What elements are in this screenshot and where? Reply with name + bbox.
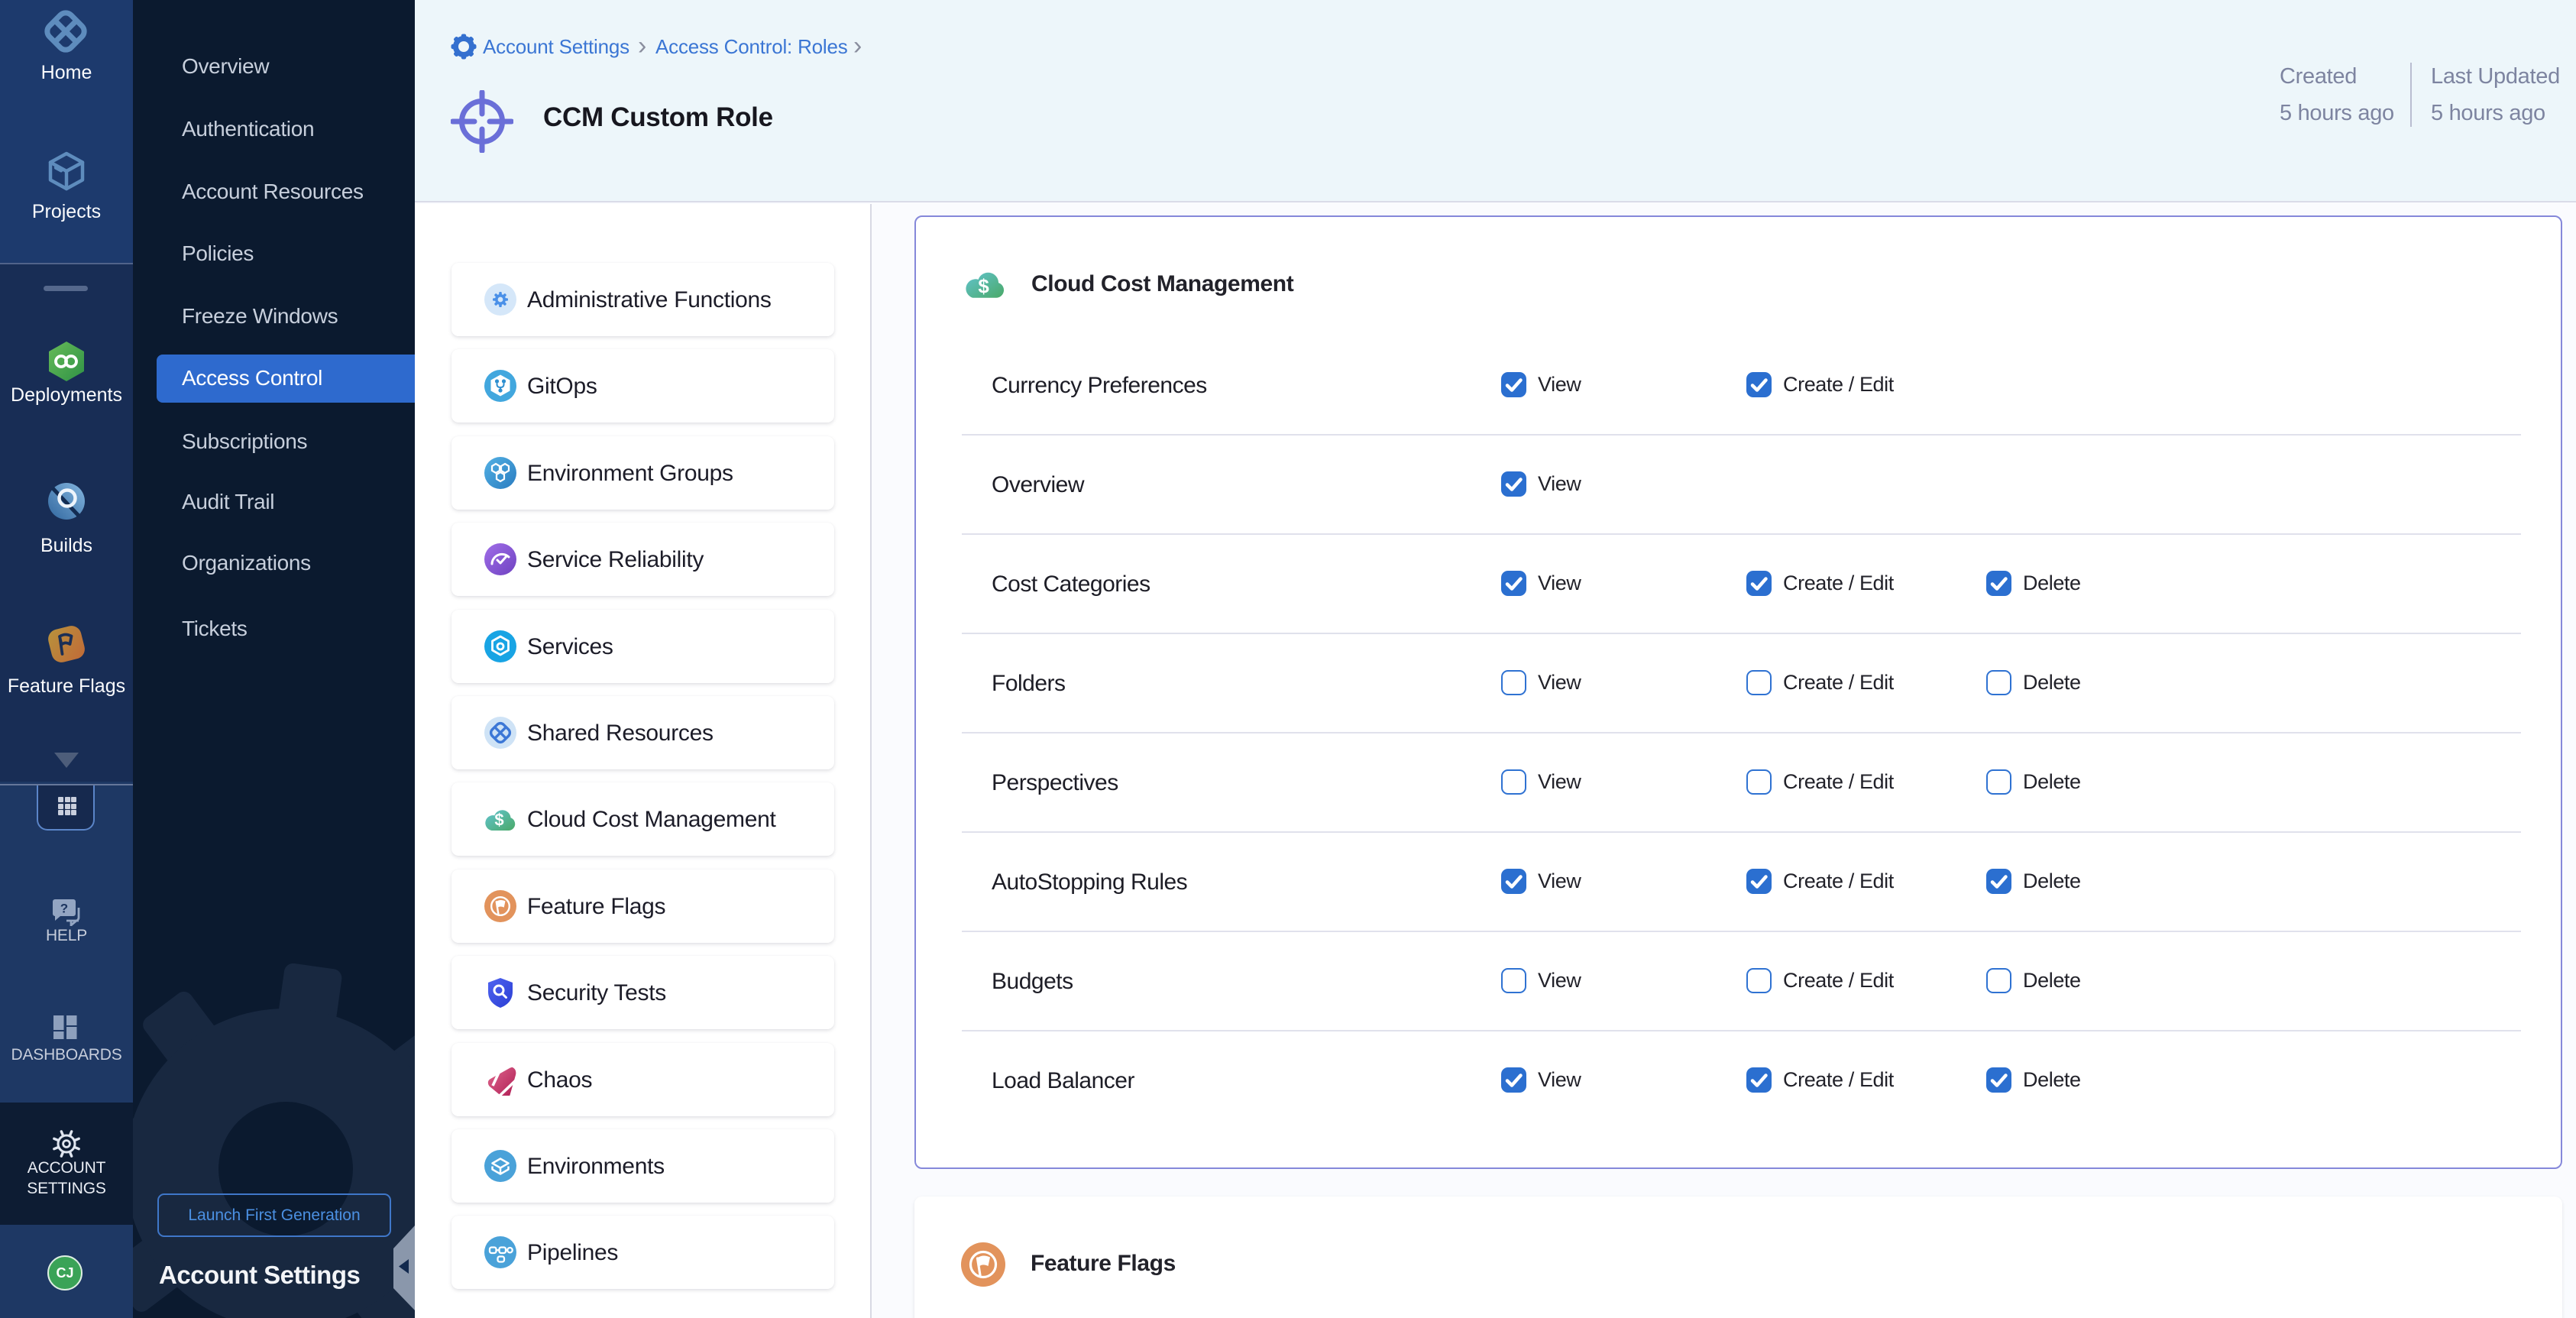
svg-text:$: $	[978, 277, 989, 298]
svg-text:$: $	[494, 811, 503, 830]
svg-text:?: ?	[60, 902, 68, 916]
